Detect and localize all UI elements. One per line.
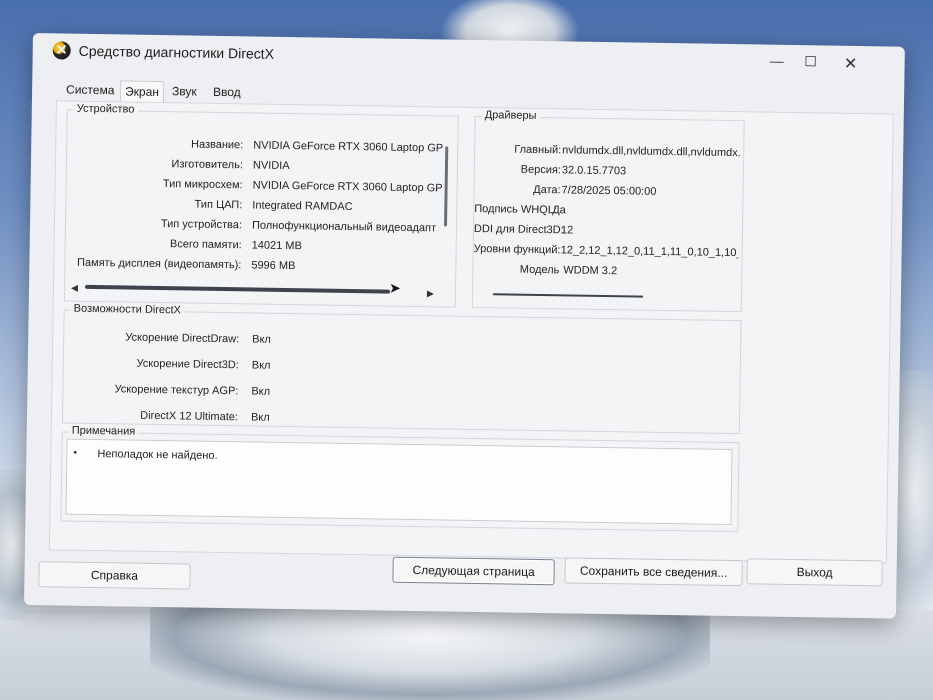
- directx-app-icon: [52, 41, 71, 60]
- chip-type-value: NVIDIA GeForce RTX 3060 Laptop GP: [252, 179, 443, 195]
- manufacturer-value: NVIDIA: [252, 159, 290, 173]
- device-type-value: Полнофункциональный видеоадапт: [251, 219, 437, 235]
- mouse-cursor-icon: ➤: [388, 279, 401, 296]
- device-group: Устройство Название: NVIDIA GeForce RTX …: [63, 102, 459, 308]
- dx12-ultimate-label: DirectX 12 Ultimate:: [140, 409, 239, 424]
- directdraw-value: Вкл: [252, 333, 272, 346]
- directx-features-title: Возможности DirectX: [70, 302, 185, 317]
- driver-version-label: Версия:: [520, 163, 562, 177]
- window-title: Средство диагностики DirectX: [78, 42, 275, 62]
- direct3d-value: Вкл: [251, 359, 271, 372]
- device-name-value: NVIDIA GeForce RTX 3060 Laptop GP: [253, 139, 444, 155]
- dx12-ultimate-value: Вкл: [250, 411, 270, 424]
- feature-levels-value: 12_2,12_1,12_0,11_1,11_0,10_1,10_: [560, 244, 739, 260]
- ddi-label: DDI для Direct3D:: [473, 222, 564, 237]
- tab-input[interactable]: Ввод: [209, 82, 245, 103]
- dac-type-value: Integrated RAMDAC: [252, 199, 353, 214]
- close-button[interactable]: ✕: [836, 54, 864, 74]
- main-driver-value: nvldumdx.dll,nvldumdx.dll,nvldumdx.d: [562, 144, 741, 160]
- tab-panel: Устройство Название: NVIDIA GeForce RTX …: [48, 100, 894, 564]
- driver-date-value: 7/28/2025 05:00:00: [561, 184, 657, 198]
- notes-title: Примечания: [68, 424, 139, 438]
- tab-sound[interactable]: Звук: [168, 81, 201, 102]
- total-memory-value: 14021 MB: [251, 239, 302, 253]
- driver-date-label: Дата:: [533, 183, 561, 197]
- agp-value: Вкл: [251, 385, 271, 398]
- total-memory-label: Всего памяти:: [169, 238, 242, 252]
- scroll-right-arrow-icon[interactable]: ▶: [427, 288, 434, 299]
- whql-label: Подпись WHQL:: [474, 202, 558, 217]
- tab-system[interactable]: Система: [62, 79, 119, 100]
- driver-version-value: 32.0.15.7703: [561, 164, 627, 178]
- title-bar[interactable]: Средство диагностики DirectX — ☐ ✕: [32, 33, 904, 83]
- notes-textbox[interactable]: • Неполадок не найдено.: [65, 438, 733, 526]
- driver-model-value: WDDM 3.2: [563, 264, 618, 278]
- device-vertical-scrollbar[interactable]: [444, 146, 449, 227]
- dxdiag-window: Средство диагностики DirectX — ☐ ✕ Систе…: [24, 33, 905, 619]
- chip-type-label: Тип микросхем:: [162, 178, 243, 192]
- minimize-button[interactable]: —: [762, 52, 790, 72]
- main-driver-label: Главный:: [514, 143, 562, 157]
- whql-value: Да: [552, 204, 566, 217]
- scroll-left-arrow-icon[interactable]: ◀: [71, 283, 78, 294]
- display-memory-label: Память дисплея (видеопамять):: [76, 256, 242, 272]
- device-name-label: Название:: [190, 138, 244, 152]
- save-all-info-button[interactable]: Сохранить все сведения...: [564, 557, 743, 587]
- device-type-label: Тип устройства:: [160, 218, 243, 232]
- manufacturer-label: Изготовитель:: [171, 158, 244, 172]
- direct3d-label: Ускорение Direct3D:: [136, 357, 239, 372]
- directx-features-group: Возможности DirectX Ускорение DirectDraw…: [61, 302, 742, 435]
- notes-group: Примечания • Неполадок не найдено.: [60, 424, 740, 533]
- notes-bullet-icon: •: [73, 447, 78, 459]
- ddi-value: 12: [560, 224, 574, 237]
- directdraw-label: Ускорение DirectDraw:: [125, 331, 240, 346]
- help-button[interactable]: Справка: [38, 561, 191, 590]
- device-horizontal-scrollbar[interactable]: [84, 284, 391, 294]
- notes-text: Неполадок не найдено.: [97, 448, 218, 462]
- maximize-button[interactable]: ☐: [796, 53, 824, 73]
- dac-type-label: Тип ЦАП:: [194, 198, 243, 212]
- agp-label: Ускорение текстур AGP:: [114, 383, 239, 398]
- next-page-button[interactable]: Следующая страница: [392, 556, 555, 586]
- device-group-title: Устройство: [73, 102, 138, 116]
- feature-levels-label: Уровни функций:: [473, 242, 561, 257]
- driver-model-label: Модель: [519, 263, 560, 277]
- exit-button[interactable]: Выход: [746, 558, 883, 587]
- drivers-group-title: Драйверы: [481, 109, 540, 122]
- drivers-group: Драйверы Главный: nvldumdx.dll,nvldumdx.…: [471, 109, 745, 313]
- display-memory-value: 5996 MB: [251, 259, 296, 273]
- drivers-horizontal-scrollbar[interactable]: [492, 293, 643, 298]
